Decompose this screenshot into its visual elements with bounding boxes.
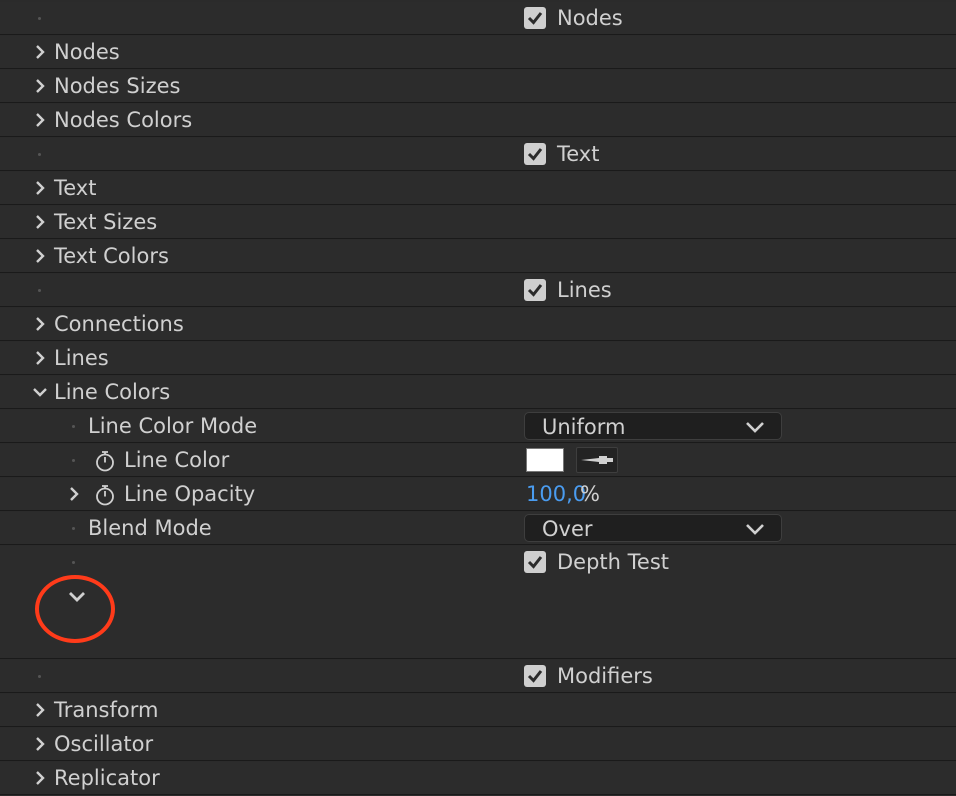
line-opacity-unit: %: [580, 482, 600, 506]
row-dot: [72, 527, 75, 530]
modifiers-checkbox[interactable]: [524, 665, 546, 687]
line-color-label: Line Color: [124, 448, 230, 472]
chevron-right-icon[interactable]: [32, 350, 48, 366]
depth-test-row: Depth Test: [0, 546, 956, 579]
modifiers-toggle-row: Modifiers: [0, 660, 956, 693]
text-checkbox[interactable]: [524, 143, 546, 165]
group-nodes-colors[interactable]: Nodes Colors: [0, 104, 956, 137]
expanded-empty-area: [0, 578, 956, 659]
group-label: Text Colors: [54, 244, 169, 268]
dropdown-value: Over: [542, 517, 593, 541]
chevron-right-icon[interactable]: [32, 770, 48, 786]
chevron-down-icon[interactable]: [32, 384, 48, 400]
nodes-checkbox[interactable]: [524, 7, 546, 29]
group-label: Replicator: [54, 766, 160, 790]
chevron-right-icon[interactable]: [32, 248, 48, 264]
chevron-right-icon[interactable]: [32, 316, 48, 332]
chevron-down-icon: [746, 524, 764, 535]
chevron-right-icon[interactable]: [32, 702, 48, 718]
group-nodes[interactable]: Nodes: [0, 36, 956, 69]
line-color-swatch[interactable]: [526, 448, 564, 472]
group-label: Nodes Colors: [54, 108, 193, 132]
row-dot: [38, 17, 41, 20]
line-color-mode-label: Line Color Mode: [88, 414, 258, 438]
group-connections[interactable]: Connections: [0, 308, 956, 341]
group-lines[interactable]: Lines: [0, 342, 956, 375]
group-nodes-sizes[interactable]: Nodes Sizes: [0, 70, 956, 103]
lines-toggle-row: Lines: [0, 274, 956, 307]
group-label: Oscillator: [54, 732, 154, 756]
text-checkbox-label: Text: [557, 142, 600, 166]
chevron-right-icon[interactable]: [32, 112, 48, 128]
row-dot: [72, 425, 75, 428]
chevron-down-icon: [746, 422, 764, 433]
eyedropper-icon: [581, 456, 613, 464]
dropdown-value: Uniform: [542, 415, 626, 439]
group-label: Line Colors: [54, 380, 171, 404]
line-opacity-label: Line Opacity: [124, 482, 256, 506]
group-label: Transform: [54, 698, 159, 722]
text-toggle-row: Text: [0, 138, 956, 171]
lines-checkbox-label: Lines: [557, 278, 612, 302]
group-text-colors[interactable]: Text Colors: [0, 240, 956, 273]
row-dot: [72, 459, 75, 462]
chevron-right-icon[interactable]: [66, 486, 82, 502]
depth-test-label: Depth Test: [557, 550, 669, 574]
stopwatch-icon[interactable]: [94, 484, 116, 506]
line-opacity-value[interactable]: 100,0: [526, 478, 586, 511]
row-dot: [38, 289, 41, 292]
chevron-right-icon[interactable]: [32, 736, 48, 752]
depth-test-checkbox[interactable]: [524, 551, 546, 573]
chevron-right-icon[interactable]: [32, 180, 48, 196]
row-dot: [72, 561, 75, 564]
lines-checkbox[interactable]: [524, 279, 546, 301]
group-text[interactable]: Text: [0, 172, 956, 205]
group-replicator[interactable]: Replicator: [0, 762, 956, 795]
group-label: Lines: [54, 346, 109, 370]
chevron-right-icon[interactable]: [32, 44, 48, 60]
line-color-row: Line Color: [0, 444, 956, 477]
group-line-colors[interactable]: Line Colors: [0, 376, 956, 409]
group-label: Connections: [54, 312, 184, 336]
eyedropper-button[interactable]: [576, 447, 618, 473]
row-dot: [38, 153, 41, 156]
stopwatch-icon[interactable]: [94, 450, 116, 472]
chevron-right-icon[interactable]: [32, 214, 48, 230]
blend-mode-label: Blend Mode: [88, 516, 212, 540]
group-text-sizes[interactable]: Text Sizes: [0, 206, 956, 239]
blend-mode-dropdown[interactable]: Over: [524, 514, 782, 542]
group-label: Nodes: [54, 40, 120, 64]
nodes-toggle-row: Nodes: [0, 2, 956, 35]
group-oscillator[interactable]: Oscillator: [0, 728, 956, 761]
chevron-right-icon[interactable]: [32, 78, 48, 94]
group-label: Nodes Sizes: [54, 74, 181, 98]
modifiers-checkbox-label: Modifiers: [557, 664, 653, 688]
line-color-mode-dropdown[interactable]: Uniform: [524, 412, 782, 440]
group-label: Text Sizes: [54, 210, 158, 234]
group-transform[interactable]: Transform: [0, 694, 956, 727]
properties-panel: Nodes Nodes Nodes Sizes Nodes Colors Tex…: [0, 0, 956, 796]
group-label: Text: [54, 176, 97, 200]
highlight-circle: [35, 575, 115, 643]
blend-mode-row: Blend Mode Over: [0, 512, 956, 545]
line-color-mode-row: Line Color Mode Uniform: [0, 410, 956, 443]
row-dot: [38, 675, 41, 678]
nodes-checkbox-label: Nodes: [557, 6, 623, 30]
line-opacity-row: Line Opacity 100,0 %: [0, 478, 956, 511]
